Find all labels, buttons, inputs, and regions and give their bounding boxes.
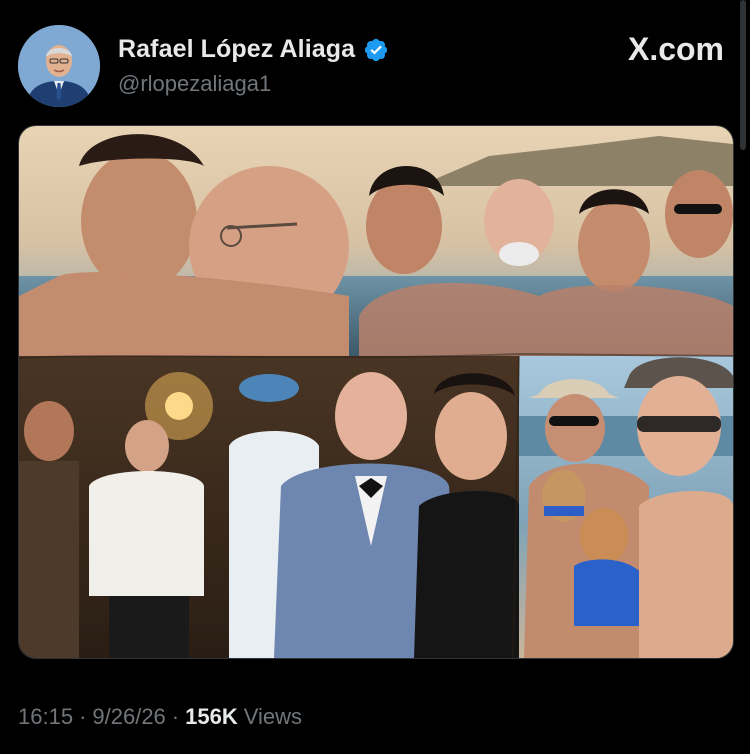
views-count[interactable]: 156K: [185, 704, 238, 730]
post-date[interactable]: 9/26/26: [92, 704, 165, 730]
post-header: Rafael López Aliaga @rlopezaliaga1 X.com: [18, 25, 730, 115]
beach-dogs-photo: [519, 356, 733, 658]
post-media[interactable]: [18, 125, 734, 659]
author-name-row: Rafael López Aliaga: [118, 35, 389, 64]
x-brand-label: X.com: [627, 31, 724, 67]
post-time[interactable]: 16:15: [18, 704, 73, 730]
author-display-name[interactable]: Rafael López Aliaga: [118, 35, 355, 64]
scrollbar[interactable]: [740, 0, 746, 150]
meta-separator: ·: [79, 704, 87, 729]
views-label: Views: [243, 704, 303, 729]
post-meta: 16:15 · 9/26/26 · 156K Views: [18, 704, 302, 730]
party-photo: [19, 356, 519, 658]
avatar[interactable]: [18, 25, 100, 107]
photo-collage-image: [19, 126, 733, 658]
verified-badge-icon: [363, 37, 389, 63]
author-handle[interactable]: @rlopezaliaga1: [118, 71, 271, 97]
avatar-image: [18, 25, 100, 107]
x-brand: X.com: [628, 31, 724, 68]
meta-separator: ·: [171, 704, 180, 729]
